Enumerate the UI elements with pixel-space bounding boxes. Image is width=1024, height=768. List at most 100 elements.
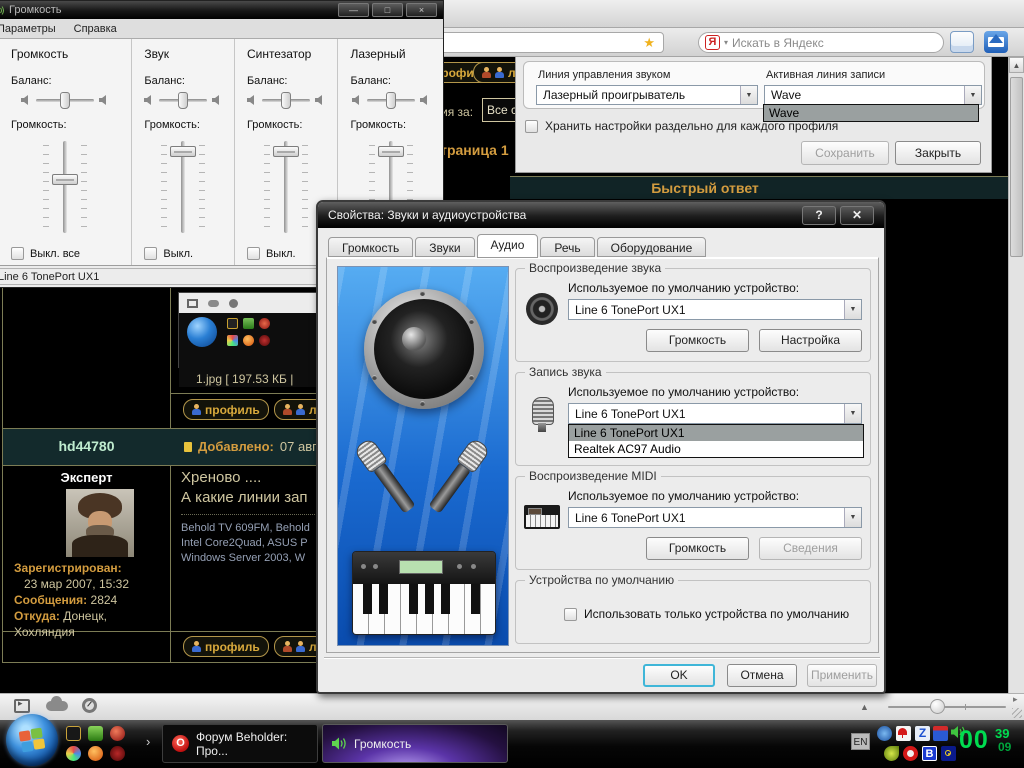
mixer-title-bar[interactable]: Громкость — □ × (0, 1, 443, 19)
zoom-slider[interactable] (888, 706, 1006, 708)
task-forum-button[interactable]: O Форум Beholder: Про... (162, 724, 318, 763)
combo-arrow-icon[interactable]: ▼ (964, 86, 981, 104)
dropdown-option[interactable]: Wave (764, 105, 978, 121)
mute-checkbox[interactable]: Выкл. (132, 247, 234, 260)
tray-avira-icon[interactable] (896, 726, 911, 741)
mail-icon[interactable] (984, 31, 1008, 53)
notes-icon[interactable] (950, 31, 974, 53)
volume-thumb[interactable] (52, 174, 78, 185)
dropdown-option[interactable]: Line 6 TonePort UX1 (569, 425, 863, 441)
search-engine-dropdown-icon[interactable]: ▾ (724, 38, 728, 47)
volume-thumb[interactable] (170, 146, 196, 157)
checkbox-icon[interactable] (525, 120, 538, 133)
quicklaunch-ccleaner-icon[interactable] (110, 726, 125, 741)
checkbox-icon[interactable] (144, 247, 157, 260)
active-line-select[interactable]: Wave ▼ (764, 85, 982, 105)
tab-volume[interactable]: Громкость (328, 237, 413, 257)
profile-button[interactable]: профиль (183, 399, 269, 420)
balance-slider[interactable] (262, 99, 310, 102)
tray-radio-icon[interactable] (941, 746, 956, 761)
balance-thumb[interactable] (386, 92, 396, 109)
save-button[interactable]: Сохранить (801, 141, 889, 165)
clock-minutes[interactable]: 39 (995, 726, 1009, 741)
zoom-right-icon[interactable]: ▸ (1013, 694, 1018, 705)
tray-zalarm-icon[interactable]: Z (915, 726, 930, 741)
language-indicator[interactable]: EN (851, 733, 870, 750)
midi-details-button[interactable]: Сведения (759, 537, 862, 560)
balance-thumb[interactable] (178, 92, 188, 109)
help-button[interactable]: ? (802, 206, 836, 225)
clock-seconds[interactable]: 09 (998, 740, 1011, 754)
quicklaunch-cubes-icon[interactable] (66, 746, 81, 761)
cancel-button[interactable]: Отмена (727, 664, 797, 687)
recording-device-select[interactable]: Line 6 TonePort UX1 ▼ (568, 403, 862, 424)
combo-arrow-icon[interactable]: ▼ (740, 86, 757, 104)
playback-device-select[interactable]: Line 6 TonePort UX1 ▼ (568, 299, 862, 320)
opera-turbo-gauge-icon[interactable] (82, 698, 97, 713)
volume-slider[interactable] (132, 141, 234, 233)
tray-sync-icon[interactable] (877, 726, 892, 741)
combo-arrow-icon[interactable]: ▼ (844, 508, 861, 527)
balance-thumb[interactable] (60, 92, 70, 109)
quicklaunch-download-icon[interactable] (88, 726, 103, 741)
volume-thumb[interactable] (378, 146, 404, 157)
dialog-title-bar[interactable]: Свойства: Звуки и аудиоустройства ? ✕ (318, 202, 884, 228)
volume-thumb[interactable] (273, 146, 299, 157)
checkbox-icon[interactable] (564, 608, 577, 621)
balance-slider[interactable] (159, 99, 207, 102)
playback-setup-button[interactable]: Настройка (759, 329, 862, 352)
balance-slider[interactable] (36, 99, 94, 102)
sound-line-select[interactable]: Лазерный проигрыватель ▼ (536, 85, 758, 105)
dropdown-option[interactable]: Realtek AC97 Audio (569, 441, 863, 457)
attachment-image[interactable] (178, 292, 328, 368)
post-username[interactable]: hd44780 (3, 438, 170, 454)
yandex-logo-icon[interactable]: Я (705, 35, 720, 50)
volume-slider[interactable] (0, 141, 131, 233)
minimize-button[interactable]: — (338, 3, 369, 17)
scrollbar[interactable]: ▲ (1008, 57, 1024, 693)
zoom-slider-knob[interactable] (930, 699, 945, 714)
tab-speech[interactable]: Речь (540, 237, 594, 257)
combo-arrow-icon[interactable]: ▼ (844, 404, 861, 423)
tab-audio[interactable]: Аудио (477, 234, 539, 258)
quicklaunch-firefox-icon[interactable] (88, 746, 103, 761)
checkbox-icon[interactable] (11, 247, 24, 260)
maximize-button[interactable]: □ (372, 3, 403, 17)
search-input[interactable] (732, 36, 937, 50)
apply-button[interactable]: Применить (807, 664, 877, 687)
tray-nvidia-icon[interactable] (884, 746, 899, 761)
default-devices-only-checkbox[interactable]: Использовать только устройства по умолча… (564, 607, 849, 621)
active-line-dropdown[interactable]: Wave (763, 104, 979, 122)
panel-toggle-icon[interactable] (14, 699, 30, 713)
ok-button[interactable]: OK (643, 664, 715, 687)
close-button[interactable]: ✕ (840, 206, 874, 225)
tab-sounds[interactable]: Звуки (415, 237, 474, 257)
quicklaunch-acdsee-icon[interactable] (66, 726, 81, 741)
task-volume-button[interactable]: Громкость (322, 724, 508, 763)
balance-thumb[interactable] (281, 92, 291, 109)
scrollbar-thumb[interactable] (1010, 77, 1023, 257)
profile-button[interactable]: профиль (183, 636, 269, 657)
combo-arrow-icon[interactable]: ▼ (844, 300, 861, 319)
opera-unite-cloud-icon[interactable] (46, 701, 68, 711)
start-button[interactable] (6, 714, 58, 766)
mute-all-checkbox[interactable]: Выкл. все (0, 247, 131, 260)
yandex-search-field[interactable]: Я ▾ (698, 32, 944, 53)
tray-b-icon[interactable]: B (922, 746, 937, 761)
scroll-up-icon[interactable]: ▲ (1009, 57, 1024, 73)
clock-hours[interactable]: 00 (959, 726, 989, 755)
close-button[interactable]: × (406, 3, 437, 17)
bookmark-star-icon[interactable]: ★ (643, 35, 655, 51)
menu-help[interactable]: Справка (74, 23, 117, 35)
recording-device-dropdown[interactable]: Line 6 TonePort UX1 Realtek AC97 Audio (568, 424, 864, 458)
midi-volume-button[interactable]: Громкость (646, 537, 749, 560)
quicklaunch-expand-icon[interactable]: › (146, 734, 150, 749)
close-button[interactable]: Закрыть (895, 141, 981, 165)
resize-grip[interactable] (1012, 708, 1022, 718)
checkbox-icon[interactable] (247, 247, 260, 260)
tab-hardware[interactable]: Оборудование (597, 237, 707, 257)
midi-device-select[interactable]: Line 6 TonePort UX1 ▼ (568, 507, 862, 528)
quicklaunch-opera-icon[interactable] (110, 746, 125, 761)
playback-volume-button[interactable]: Громкость (646, 329, 749, 352)
zoom-menu-icon[interactable]: ▲ (860, 702, 869, 712)
